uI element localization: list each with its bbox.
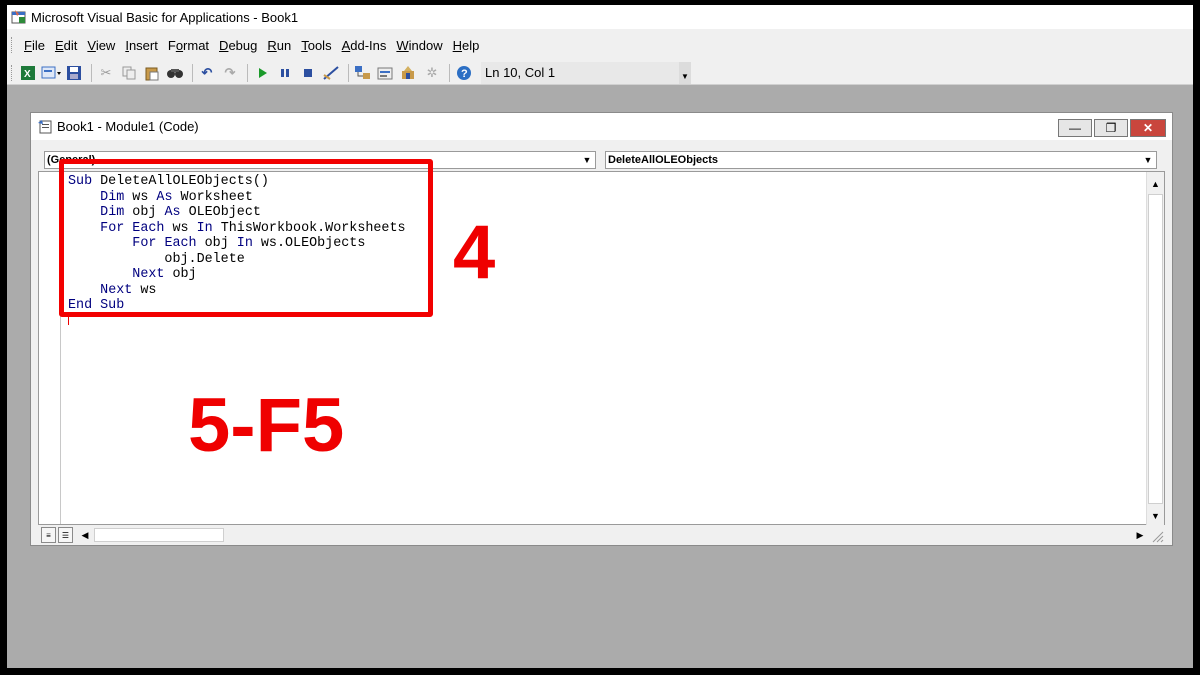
- menu-item-debug[interactable]: Debug: [215, 38, 263, 53]
- app-title: Microsoft Visual Basic for Applications …: [31, 9, 299, 25]
- procedure-dropdown[interactable]: DeleteAllOLEObjects ▼: [605, 151, 1157, 169]
- menu-mnemonic: H: [452, 37, 463, 53]
- menu-label: ile: [31, 37, 45, 53]
- undo-icon[interactable]: ↶: [197, 64, 217, 82]
- menu-label: nsert: [128, 37, 158, 53]
- horizontal-scroll-thumb[interactable]: [94, 528, 224, 542]
- resize-grip-icon[interactable]: [1147, 526, 1165, 544]
- toolbar-separator: [91, 63, 92, 82]
- vba-app-icon: [11, 9, 27, 25]
- minimize-button[interactable]: —: [1058, 119, 1092, 137]
- menu-item-window[interactable]: Window: [392, 38, 448, 53]
- chevron-down-icon: ▼: [582, 155, 592, 165]
- cut-icon[interactable]: ✂: [96, 64, 116, 82]
- toolbar-separator: [348, 63, 349, 82]
- toolbar-options-dropdown[interactable]: ▼: [679, 61, 691, 84]
- menu-item-addins[interactable]: Add-Ins: [338, 38, 393, 53]
- menu-item-tools[interactable]: Tools: [297, 38, 337, 53]
- vertical-scrollbar[interactable]: ▲ ▼: [1146, 172, 1164, 525]
- menu-mnemonic: A: [341, 37, 351, 53]
- scroll-left-icon[interactable]: ◀: [78, 526, 92, 544]
- menu-mnemonic: V: [87, 37, 96, 53]
- chevron-down-icon: ▼: [1143, 155, 1153, 165]
- scroll-up-icon[interactable]: ▲: [1147, 175, 1164, 193]
- menu-label: dit: [63, 37, 78, 53]
- scroll-right-icon[interactable]: ▶: [1133, 526, 1147, 544]
- menu-item-help[interactable]: Help: [449, 38, 486, 53]
- horizontal-scrollbar[interactable]: ≡ ☰ ◀ ▶: [38, 526, 1165, 544]
- annotation-step-5: 5-F5: [188, 383, 345, 468]
- toolbox-icon[interactable]: ✲: [422, 64, 442, 82]
- toolbar-separator: [192, 63, 193, 82]
- menu-item-format[interactable]: Format: [164, 38, 215, 53]
- menu-grip: [11, 37, 14, 53]
- vertical-scroll-thumb[interactable]: [1148, 194, 1163, 504]
- menu-mnemonic: o: [175, 37, 184, 53]
- menu-mnemonic: F: [24, 37, 32, 53]
- menu-label: un: [276, 37, 292, 53]
- code-window-title: Book1 - Module1 (Code): [57, 119, 199, 134]
- object-browser-icon[interactable]: [399, 64, 419, 82]
- insert-userform-icon[interactable]: [41, 64, 61, 82]
- menu-mnemonic: W: [396, 37, 409, 53]
- menu-item-edit[interactable]: Edit: [51, 38, 83, 53]
- svg-text:?: ?: [461, 68, 468, 80]
- toolbar-grip: [11, 64, 14, 81]
- menu-label: ools: [307, 37, 332, 53]
- code-window-titlebar: Book1 - Module1 (Code) — ❐ ✕: [31, 113, 1172, 140]
- menu-mnemonic: E: [54, 37, 64, 53]
- margin-indicator-bar[interactable]: [39, 172, 61, 524]
- menu-label: ebug: [228, 37, 258, 53]
- restore-button[interactable]: ❐: [1094, 119, 1128, 137]
- procedure-dropdown-value: DeleteAllOLEObjects: [608, 154, 719, 166]
- scroll-down-icon[interactable]: ▼: [1147, 507, 1164, 525]
- annotation-highlight-box: [59, 159, 433, 317]
- vba-editor-window: Microsoft Visual Basic for Applications …: [7, 5, 1193, 668]
- app-titlebar: Microsoft Visual Basic for Applications …: [7, 5, 1193, 29]
- cursor-position-text: Ln 10, Col 1: [485, 65, 556, 80]
- procedure-view-icon[interactable]: ≡: [41, 527, 56, 543]
- help-icon[interactable]: ?: [454, 64, 474, 82]
- annotation-step-4: 4: [453, 210, 496, 295]
- svg-text:X: X: [24, 69, 31, 80]
- close-button[interactable]: ✕: [1130, 119, 1166, 137]
- window-controls: — ❐ ✕: [1056, 119, 1166, 137]
- properties-icon[interactable]: [376, 64, 396, 82]
- menu-item-view[interactable]: View: [83, 38, 121, 53]
- full-module-view-icon[interactable]: ☰: [58, 527, 73, 543]
- paste-icon[interactable]: [142, 64, 162, 82]
- menu-mnemonic: R: [267, 37, 277, 53]
- break-icon[interactable]: [275, 64, 295, 82]
- menu-label: rmat: [183, 37, 210, 53]
- reset-icon[interactable]: [298, 64, 318, 82]
- copy-icon[interactable]: [119, 64, 139, 82]
- menu-label: elp: [462, 37, 480, 53]
- menu-label: dd-Ins: [350, 37, 387, 53]
- menu-item-file[interactable]: File: [20, 38, 51, 53]
- project-explorer-icon[interactable]: [353, 64, 373, 82]
- menu-label: indow: [408, 37, 443, 53]
- find-icon[interactable]: [165, 64, 185, 82]
- excel-icon[interactable]: X: [18, 64, 38, 82]
- run-icon[interactable]: [252, 64, 272, 82]
- design-mode-icon[interactable]: [321, 64, 341, 82]
- code-module-icon: [37, 119, 53, 135]
- menu-item-run[interactable]: Run: [263, 38, 297, 53]
- cursor-position-status: Ln 10, Col 1 ▼: [481, 61, 691, 84]
- menu-bar: File Edit View Insert Format Debug Run Tools Add…: [7, 29, 1193, 61]
- standard-toolbar: X ✂ ↶ ↷ ✲ ? Ln 10, Col 1 ▼: [7, 61, 1193, 85]
- save-icon[interactable]: [64, 64, 84, 82]
- menu-mnemonic: F: [167, 37, 176, 53]
- redo-icon[interactable]: ↷: [220, 64, 240, 82]
- toolbar-separator: [449, 63, 450, 82]
- menu-item-insert[interactable]: Insert: [121, 38, 164, 53]
- menu-label: iew: [95, 37, 116, 53]
- toolbar-separator: [247, 63, 248, 82]
